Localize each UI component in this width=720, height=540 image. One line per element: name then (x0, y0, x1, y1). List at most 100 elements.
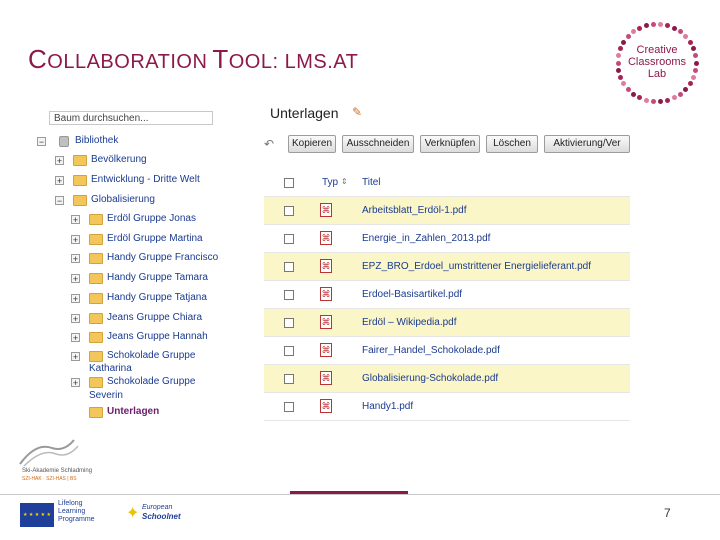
tree-root-library[interactable]: Bibliothek (75, 135, 118, 146)
sort-arrows-icon[interactable]: ⇕ (341, 177, 348, 186)
table-row[interactable]: ⌘ Erdoel-Basisartikel.pdf (264, 281, 630, 309)
tree-item-group[interactable]: Schokolade Gruppe (107, 376, 195, 387)
row-checkbox[interactable] (284, 374, 294, 384)
expand-toggle-icon[interactable]: + (71, 274, 80, 284)
tree-item-group[interactable]: Handy Gruppe Tamara (107, 272, 208, 283)
ski-akademie-logo: Ski-Akademie Schladming SZI-HAK · SZI-HA… (16, 434, 136, 490)
pencil-edit-icon[interactable]: ✎ (352, 106, 364, 118)
expand-toggle-icon[interactable]: + (71, 314, 80, 324)
lms-screenshot: Baum durchsuchen... − Bibliothek + Bevöl… (25, 97, 630, 425)
expand-toggle-icon[interactable]: + (71, 294, 80, 304)
file-link[interactable]: Globalisierung-Schokolade.pdf (362, 373, 498, 384)
table-row[interactable]: ⌘ Fairer_Handel_Schokolade.pdf (264, 337, 630, 365)
row-checkbox[interactable] (284, 318, 294, 328)
toolbar: ↶ Kopieren Ausschneiden Verknüpfen Lösch… (264, 135, 630, 155)
row-checkbox[interactable] (284, 206, 294, 216)
logo-ring-dot (671, 25, 677, 31)
file-link[interactable]: Fairer_Handel_Schokolade.pdf (362, 345, 500, 356)
eu-flag-icon: ★ ★ ★ ★ ★ (20, 503, 54, 527)
title-suffix: : LMS.AT (272, 51, 359, 73)
tree-item-group-continued[interactable]: Severin (89, 390, 123, 401)
library-icon (59, 136, 69, 147)
tree-item-group[interactable]: Erdöl Gruppe Jonas (107, 213, 196, 224)
collapse-toggle-icon[interactable]: − (55, 196, 64, 206)
tree-item-group-continued[interactable]: Katharina (89, 363, 132, 374)
library-tree: Baum durchsuchen... − Bibliothek + Bevöl… (25, 97, 253, 425)
expand-toggle-icon[interactable]: + (71, 254, 80, 264)
tree-item-group[interactable]: Schokolade Gruppe (107, 350, 195, 361)
tree-item-bevoelkerung[interactable]: Bevölkerung (91, 154, 147, 165)
file-link[interactable]: Energie_in_Zahlen_2013.pdf (362, 233, 490, 244)
link-button[interactable]: Verknüpfen (420, 135, 480, 153)
row-checkbox[interactable] (284, 234, 294, 244)
logo-ring-dot (625, 86, 631, 92)
page-number: 7 (664, 506, 671, 520)
file-link[interactable]: EPZ_BRO_Erdoel_umstrittener Energieliefe… (362, 261, 591, 272)
logo-ring-dot (678, 29, 683, 35)
logo-ring-dot (658, 21, 664, 27)
tree-item-group[interactable]: Handy Gruppe Francisco (107, 252, 218, 263)
content-title: Unterlagen (270, 105, 339, 121)
tree-item-group[interactable]: Erdöl Gruppe Martina (107, 233, 203, 244)
logo-ring-dot (658, 99, 664, 105)
table-row[interactable]: ⌘ Erdöl – Wikipedia.pdf (264, 309, 630, 337)
tree-search-input[interactable]: Baum durchsuchen... (49, 111, 213, 125)
back-arrow-icon[interactable]: ↶ (264, 137, 280, 151)
table-row[interactable]: ⌘ Globalisierung-Schokolade.pdf (264, 365, 630, 393)
folder-icon (89, 273, 103, 284)
expand-toggle-icon[interactable]: + (71, 215, 80, 225)
file-link[interactable]: Erdöl – Wikipedia.pdf (362, 317, 457, 328)
table-row[interactable]: ⌘ Handy1.pdf (264, 393, 630, 421)
logo-ring-dot (621, 81, 627, 87)
file-link[interactable]: Handy1.pdf (362, 401, 413, 412)
table-row[interactable]: ⌘ Energie_in_Zahlen_2013.pdf (264, 225, 630, 253)
tree-item-group[interactable]: Jeans Gruppe Hannah (107, 331, 208, 342)
tree-item-globalisierung[interactable]: Globalisierung (91, 194, 155, 205)
file-link[interactable]: Erdoel-Basisartikel.pdf (362, 289, 462, 300)
slide-title: COLLABORATION TOOL: LMS.AT (28, 44, 358, 75)
creative-classrooms-lab-logo: Creative Classrooms Lab (614, 20, 700, 106)
mountain-swoosh-icon (19, 439, 79, 467)
tree-item-group[interactable]: Jeans Gruppe Chiara (107, 312, 202, 323)
row-checkbox[interactable] (284, 262, 294, 272)
column-header-type[interactable]: Typ (322, 177, 338, 188)
activate-button[interactable]: Aktivierung/Ver (544, 135, 630, 153)
copy-button[interactable]: Kopieren (288, 135, 336, 153)
logo-ring-dot (643, 22, 649, 28)
column-header-title[interactable]: Titel (362, 177, 381, 188)
tree-item-entwicklung[interactable]: Entwicklung - Dritte Welt (91, 174, 200, 185)
tree-item-unterlagen-selected[interactable]: Unterlagen (107, 406, 159, 417)
row-checkbox[interactable] (284, 402, 294, 412)
expand-toggle-icon[interactable]: + (71, 352, 80, 362)
collapse-toggle-icon[interactable]: − (37, 137, 46, 147)
logo-line-3: Lab (647, 68, 667, 80)
row-checkbox[interactable] (284, 290, 294, 300)
pdf-icon: ⌘ (320, 399, 332, 413)
folder-open-icon (73, 195, 87, 206)
cut-button[interactable]: Ausschneiden (342, 135, 414, 153)
llp-line-1: Lifelong (58, 500, 83, 507)
select-all-checkbox[interactable] (284, 178, 294, 188)
folder-icon (89, 293, 103, 304)
expand-toggle-icon[interactable]: + (71, 378, 80, 388)
title-word-tool: OOL (228, 51, 273, 73)
pdf-icon: ⌘ (320, 343, 332, 357)
expand-toggle-icon[interactable]: + (71, 333, 80, 343)
expand-toggle-icon[interactable]: + (55, 176, 64, 186)
logo-ring-dot (683, 86, 689, 92)
logo-ring-dot (678, 91, 683, 97)
european-schoolnet-logo: ✦ European Schoolnet (126, 500, 206, 530)
delete-button[interactable]: Löschen (486, 135, 538, 153)
table-row[interactable]: ⌘ EPZ_BRO_Erdoel_umstrittener Energielie… (264, 253, 630, 281)
expand-toggle-icon[interactable]: + (71, 235, 80, 245)
table-row[interactable]: ⌘ Arbeitsblatt_Erdöl-1.pdf (264, 197, 630, 225)
file-link[interactable]: Arbeitsblatt_Erdöl-1.pdf (362, 205, 467, 216)
folder-open-icon (89, 407, 103, 418)
folder-icon (89, 313, 103, 324)
logo-ring-dot (625, 34, 631, 40)
logo-ring-dot (650, 21, 656, 27)
row-checkbox[interactable] (284, 346, 294, 356)
expand-toggle-icon[interactable]: + (55, 156, 64, 166)
tree-item-group[interactable]: Handy Gruppe Tatjana (107, 292, 207, 303)
logo-ring-dot (671, 95, 677, 101)
